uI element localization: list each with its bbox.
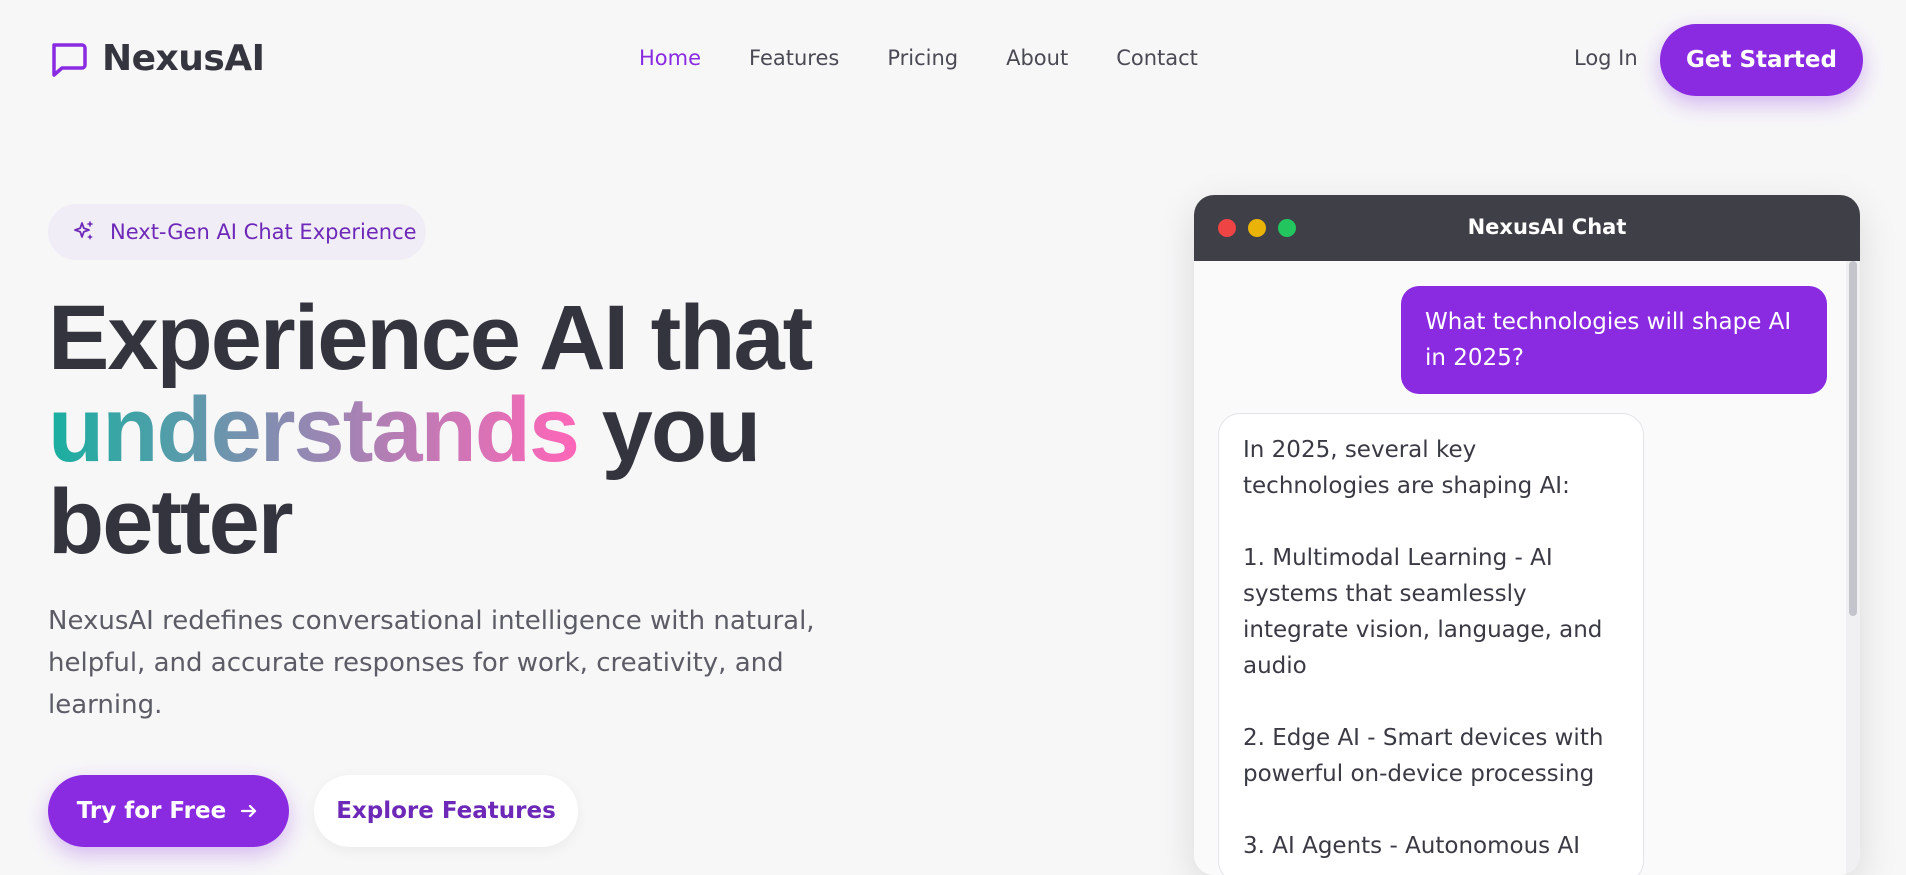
nav-link-home[interactable]: Home xyxy=(639,46,701,70)
logo[interactable]: NexusAI xyxy=(48,38,265,79)
headline-highlight: understands xyxy=(48,379,580,481)
logo-text: NexusAI xyxy=(102,38,265,79)
login-link[interactable]: Log In xyxy=(1574,46,1638,70)
ai-message: In 2025, several key technologies are sh… xyxy=(1218,413,1644,875)
hero-badge-text: Next-Gen AI Chat Experience xyxy=(110,220,417,244)
chat-title: NexusAI Chat xyxy=(1467,215,1627,239)
try-for-free-button[interactable]: Try for Free xyxy=(48,775,289,847)
get-started-button[interactable]: Get Started xyxy=(1660,24,1863,96)
chat-window: NexusAI Chat What technologies will shap… xyxy=(1194,195,1860,875)
nav-links: Home Features Pricing About Contact xyxy=(639,46,1246,70)
explore-features-button[interactable]: Explore Features xyxy=(314,775,578,847)
headline-line-3: better xyxy=(48,471,294,573)
nav-link-pricing[interactable]: Pricing xyxy=(887,46,958,70)
chat-scrollbar-thumb[interactable] xyxy=(1849,261,1857,616)
arrow-right-icon xyxy=(241,804,257,818)
sparkles-icon xyxy=(74,221,93,240)
hero-headline: Experience AI that understands you bette… xyxy=(48,292,948,568)
top-nav: NexusAI Home Features Pricing About Cont… xyxy=(0,0,1906,120)
nav-link-features[interactable]: Features xyxy=(749,46,839,70)
chat-scrollbar[interactable] xyxy=(1846,261,1860,875)
chat-title-bar: NexusAI Chat xyxy=(1194,195,1860,261)
nav-link-contact[interactable]: Contact xyxy=(1116,46,1198,70)
headline-line-1: Experience AI that xyxy=(48,287,813,389)
nav-link-about[interactable]: About xyxy=(1006,46,1068,70)
chat-bubble-icon xyxy=(52,42,87,77)
user-message: What technologies will shape AI in 2025? xyxy=(1401,286,1827,394)
chat-body: What technologies will shape AI in 2025?… xyxy=(1194,261,1860,875)
headline-after-highlight: you xyxy=(578,379,762,481)
hero-badge: Next-Gen AI Chat Experience xyxy=(48,204,426,260)
hero-subtitle: NexusAI redefines conversational intelli… xyxy=(48,606,815,720)
try-for-free-label: Try for Free xyxy=(76,798,227,824)
